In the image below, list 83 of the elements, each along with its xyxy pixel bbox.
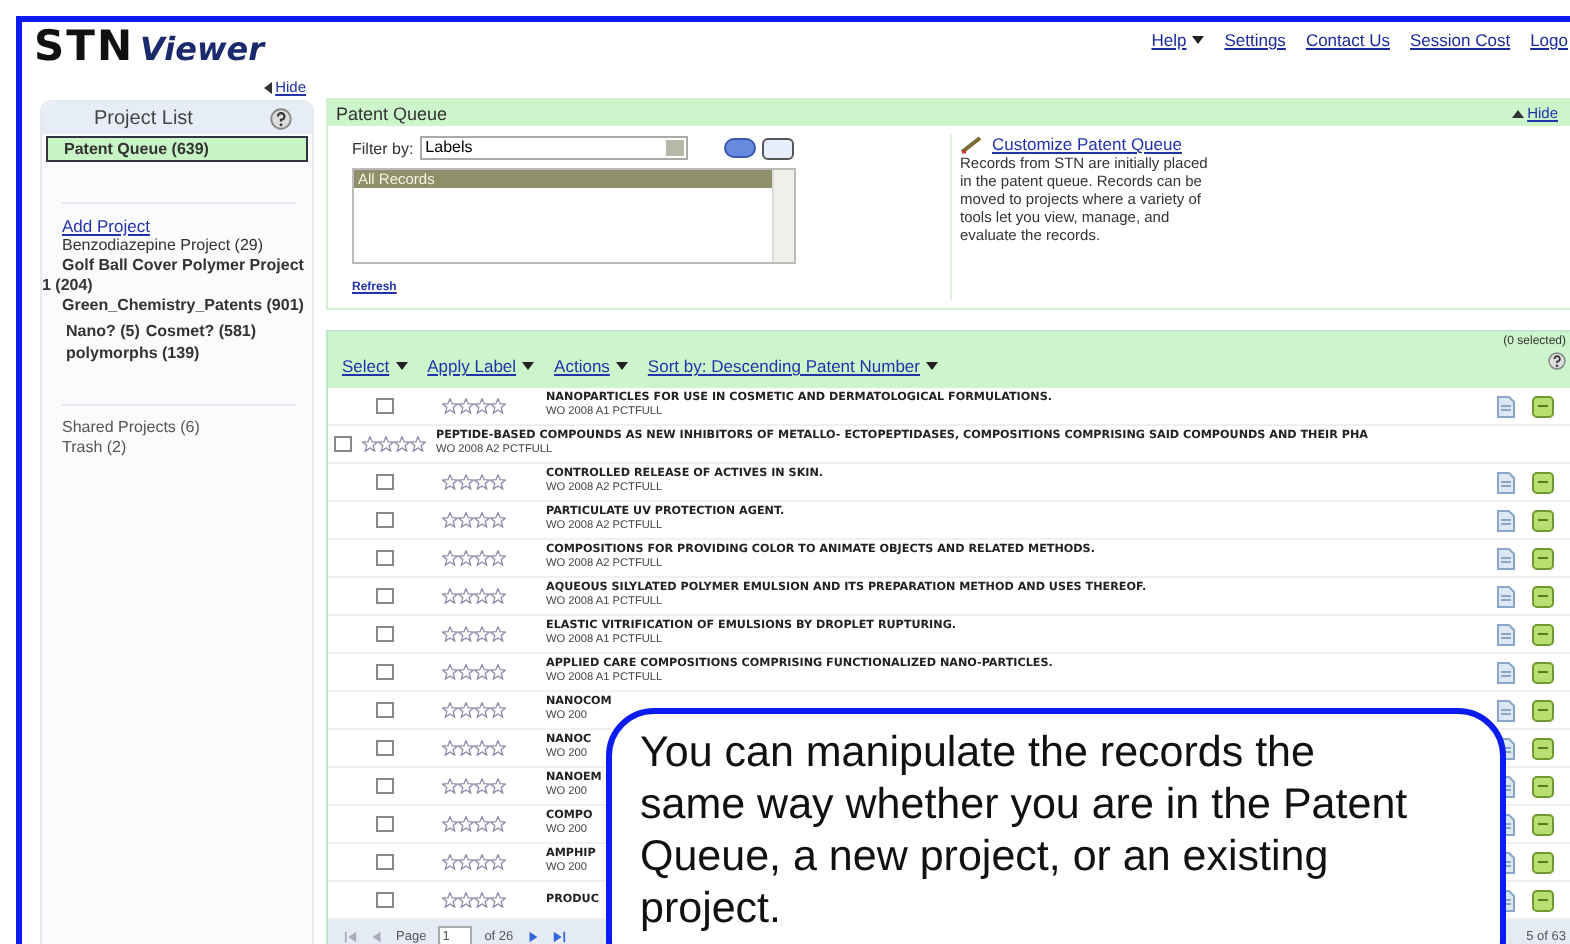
help-icon[interactable] bbox=[270, 107, 292, 129]
row-checkbox[interactable] bbox=[376, 398, 394, 414]
star-rating[interactable] bbox=[442, 664, 506, 680]
header-link[interactable]: Session Cost bbox=[1409, 30, 1511, 50]
toolbar-menu[interactable]: Apply Label bbox=[427, 356, 535, 376]
row-checkbox[interactable] bbox=[376, 626, 394, 642]
row-checkbox[interactable] bbox=[334, 436, 352, 452]
row-checkbox[interactable] bbox=[376, 816, 394, 832]
panel-title: Project List bbox=[94, 107, 193, 129]
first-page-icon[interactable] bbox=[344, 929, 358, 943]
row-checkbox[interactable] bbox=[376, 892, 394, 908]
header-link[interactable]: Help bbox=[1151, 30, 1205, 50]
star-rating[interactable] bbox=[442, 398, 506, 414]
toolbar-menu[interactable]: Select bbox=[342, 356, 408, 376]
last-page-icon[interactable] bbox=[551, 929, 566, 943]
add-project-link[interactable]: Add Project bbox=[42, 216, 312, 236]
sidebar-item[interactable]: Patent Queue (639) bbox=[46, 136, 308, 162]
customize-link[interactable]: Customize Patent Queue bbox=[992, 134, 1182, 154]
caret-icon bbox=[615, 362, 628, 370]
header-link[interactable]: Contact Us bbox=[1305, 30, 1390, 50]
filter-dropdown[interactable]: Labels bbox=[419, 136, 688, 160]
star-rating[interactable] bbox=[442, 550, 506, 566]
row-checkbox[interactable] bbox=[376, 702, 394, 718]
note-icon[interactable] bbox=[1532, 661, 1554, 683]
row-checkbox[interactable] bbox=[376, 474, 394, 490]
star-rating[interactable] bbox=[442, 854, 506, 870]
star-rating[interactable] bbox=[362, 436, 426, 452]
note-icon[interactable] bbox=[1532, 471, 1554, 493]
sidebar-item[interactable]: Cosmet? (581) bbox=[145, 320, 257, 342]
row-checkbox[interactable] bbox=[376, 550, 394, 566]
app-logo: STN Viewer bbox=[34, 24, 264, 72]
sidebar-item[interactable]: Nano? (5) bbox=[66, 320, 140, 342]
row-checkbox[interactable] bbox=[376, 854, 394, 870]
sidebar-item[interactable]: Benzodiazepine Project (29) bbox=[42, 236, 312, 256]
collapse-icon bbox=[1511, 109, 1524, 117]
star-rating[interactable] bbox=[442, 512, 506, 528]
star-rating[interactable] bbox=[442, 626, 506, 642]
header-link[interactable]: Logo bbox=[1530, 30, 1568, 50]
star-rating[interactable] bbox=[442, 740, 506, 756]
caret-icon bbox=[522, 362, 535, 370]
note-icon[interactable] bbox=[1532, 395, 1554, 417]
note-icon[interactable] bbox=[1532, 889, 1554, 911]
row-checkbox[interactable] bbox=[376, 778, 394, 794]
header-link[interactable]: Settings bbox=[1224, 30, 1286, 50]
panel-title: Patent Queue bbox=[336, 103, 448, 123]
toggle-icon[interactable] bbox=[761, 137, 794, 159]
note-icon[interactable] bbox=[1532, 737, 1554, 759]
previous-page-icon[interactable] bbox=[370, 929, 384, 943]
note-icon[interactable] bbox=[1532, 699, 1554, 721]
star-rating[interactable] bbox=[442, 778, 506, 794]
toolbar-menu[interactable]: Actions bbox=[554, 356, 628, 376]
scrollbar[interactable] bbox=[772, 170, 794, 262]
note-icon[interactable] bbox=[1532, 775, 1554, 797]
sidebar-item[interactable]: Green_Chemistry_Patents (901) bbox=[42, 296, 312, 316]
pencil-icon bbox=[960, 134, 984, 154]
sidebar-item[interactable]: Golf Ball Cover Polymer Project 1 (204) bbox=[42, 256, 312, 296]
note-icon[interactable] bbox=[1532, 851, 1554, 873]
caret-icon bbox=[395, 362, 408, 370]
row-checkbox[interactable] bbox=[376, 588, 394, 604]
row-checkbox[interactable] bbox=[376, 512, 394, 528]
sidebar-item[interactable]: Shared Projects (6) bbox=[42, 418, 312, 438]
next-page-icon[interactable] bbox=[525, 929, 540, 943]
sidebar-item[interactable]: polymorphs (139) bbox=[66, 342, 200, 364]
help-icon[interactable] bbox=[1548, 352, 1566, 370]
star-rating[interactable] bbox=[442, 892, 506, 908]
star-rating[interactable] bbox=[442, 702, 506, 718]
row-checkbox[interactable] bbox=[376, 740, 394, 756]
note-icon[interactable] bbox=[1532, 585, 1554, 607]
toolbar-menu[interactable]: Sort by: Descending Patent Number bbox=[647, 356, 938, 376]
star-rating[interactable] bbox=[442, 588, 506, 604]
note-icon[interactable] bbox=[1532, 813, 1554, 835]
caret-icon bbox=[926, 362, 938, 370]
callout-text: You can manipulate the records the same way whether you are in the Patent Queue, a new project, or an existing project. bbox=[640, 726, 1410, 934]
caret-icon bbox=[1192, 36, 1205, 44]
sidebar-item[interactable]: Trash (2) bbox=[42, 438, 312, 458]
note-icon[interactable] bbox=[1532, 547, 1554, 569]
star-rating[interactable] bbox=[442, 474, 506, 490]
star-rating[interactable] bbox=[442, 816, 506, 832]
note-icon[interactable] bbox=[1532, 623, 1554, 645]
note-icon[interactable] bbox=[1532, 509, 1554, 531]
row-checkbox[interactable] bbox=[376, 664, 394, 680]
toggle-icon[interactable] bbox=[723, 138, 756, 158]
filter-label: Filter by: bbox=[352, 139, 414, 157]
